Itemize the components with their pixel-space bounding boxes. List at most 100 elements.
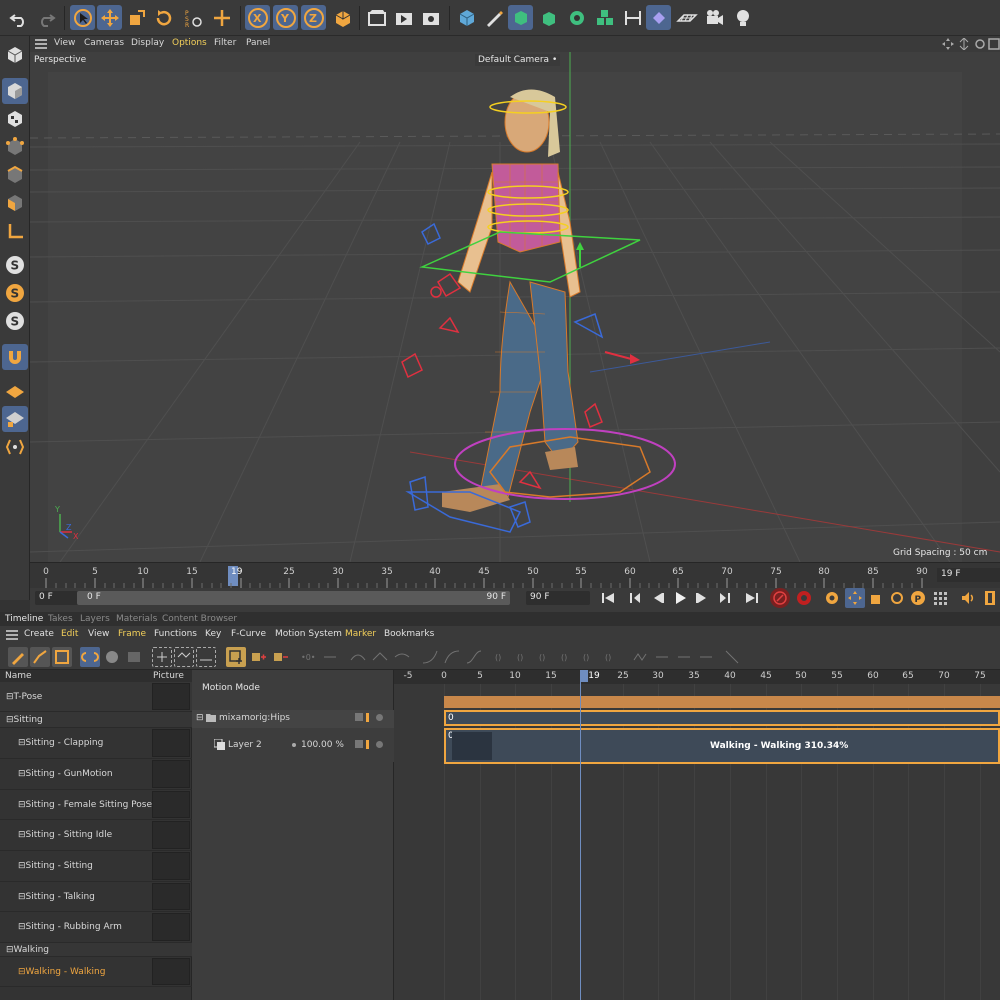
render-view-icon[interactable]: [364, 5, 389, 30]
tangent-clamp-icon[interactable]: (): [602, 647, 622, 667]
collapse-icon[interactable]: ⊟: [18, 967, 26, 977]
fcurve-mode-icon[interactable]: [30, 647, 50, 667]
take-item[interactable]: ⊟Sitting - Rubbing Arm: [0, 912, 192, 943]
tab-materials[interactable]: Materials: [116, 614, 157, 624]
keyframe-selection-icon[interactable]: [822, 588, 842, 608]
menu-marker[interactable]: Marker: [345, 629, 376, 639]
lock-tangent-icon[interactable]: (): [514, 647, 534, 667]
viewport-zoom-icon[interactable]: [958, 37, 970, 53]
collapse-icon[interactable]: ⊟: [18, 892, 26, 902]
bend-icon[interactable]: [620, 5, 645, 30]
link-view-icon[interactable]: [80, 647, 100, 667]
joint-icon[interactable]: [646, 5, 671, 30]
take-item[interactable]: ⊟Sitting - Sitting: [0, 851, 192, 882]
key-mirror-icon[interactable]: [696, 647, 716, 667]
motion-clip[interactable]: 0 Walking - Walking 310.34%: [444, 728, 1000, 764]
key-bake-icon[interactable]: [652, 647, 672, 667]
frame-range-slider[interactable]: 0 F 90 F: [77, 591, 510, 605]
keyframe-edit-icon[interactable]: [8, 647, 28, 667]
spline-ease-icon[interactable]: [392, 647, 412, 667]
magnet-icon[interactable]: [2, 344, 28, 370]
collapse-icon[interactable]: ⊟: [6, 945, 14, 955]
nla-ruler[interactable]: -5 0 5 10 15 19 25 30 35 40 45 50 55 60 …: [394, 670, 1000, 684]
viewport-rotate-icon[interactable]: [974, 38, 986, 53]
take-item[interactable]: ⊟T-Pose: [0, 682, 192, 712]
key-scale-icon[interactable]: [866, 588, 886, 608]
display-mode-icon[interactable]: [124, 647, 144, 667]
edges-mode-icon[interactable]: [2, 162, 28, 188]
frame-selected-icon[interactable]: [152, 647, 172, 667]
next-frame-icon[interactable]: [692, 588, 712, 608]
snap-quantize-icon[interactable]: S: [2, 308, 28, 334]
column-picture-header[interactable]: Picture: [153, 671, 184, 681]
tangent-length-icon[interactable]: (): [558, 647, 578, 667]
zero-length-icon[interactable]: [320, 647, 340, 667]
sound-icon[interactable]: [958, 588, 978, 608]
ease-inout-icon[interactable]: [464, 647, 484, 667]
polygons-mode-icon[interactable]: [2, 190, 28, 216]
cloner-icon[interactable]: [564, 5, 589, 30]
workplane-icon[interactable]: [2, 378, 28, 404]
render-settings-icon[interactable]: [418, 5, 443, 30]
menu-filter[interactable]: Filter: [214, 38, 236, 48]
tab-layers[interactable]: Layers: [80, 614, 110, 624]
nla-playhead[interactable]: [580, 670, 581, 1000]
frame-all-icon[interactable]: [174, 647, 194, 667]
transform-icon[interactable]: [209, 5, 234, 30]
menu-panel[interactable]: Panel: [246, 38, 270, 48]
collapse-icon[interactable]: ⊟: [196, 713, 204, 723]
cube-icon[interactable]: [454, 5, 479, 30]
collapse-icon[interactable]: ⊟: [18, 922, 26, 932]
snap-icon[interactable]: S: [2, 252, 28, 278]
solo-toggle-icon[interactable]: [366, 740, 369, 749]
undo-icon[interactable]: [6, 5, 31, 30]
previous-frame-icon[interactable]: [648, 588, 668, 608]
menu-view[interactable]: View: [54, 38, 75, 48]
record-icon[interactable]: [770, 588, 790, 608]
collapse-icon[interactable]: ⊟: [18, 738, 26, 748]
points-mode-icon[interactable]: [2, 134, 28, 160]
key-loop-icon[interactable]: [674, 647, 694, 667]
curve-normalize-icon[interactable]: [722, 647, 742, 667]
frame-preview-icon[interactable]: [196, 647, 216, 667]
end-frame-field[interactable]: 90 F: [526, 591, 590, 605]
menu-edit[interactable]: Edit: [61, 629, 78, 639]
break-tangent-icon[interactable]: (): [492, 647, 512, 667]
z-axis-icon[interactable]: Z: [301, 5, 326, 30]
locked-workplane-icon[interactable]: [2, 406, 28, 432]
autokey-icon[interactable]: [794, 588, 814, 608]
psr-icon[interactable]: PSR: [180, 5, 205, 30]
key-pla-icon[interactable]: [930, 588, 950, 608]
key-parameter-icon[interactable]: P: [908, 588, 928, 608]
menu-f-curve[interactable]: F-Curve: [231, 629, 266, 639]
add-motion-layer-icon[interactable]: [248, 647, 268, 667]
menu-motion-system[interactable]: Motion System: [275, 629, 342, 639]
frame-ruler[interactable]: 0 5 10 15 19 25 30 35 40 45 50 55 60 65 …: [30, 562, 1000, 588]
film-icon[interactable]: [980, 588, 1000, 608]
previous-key-icon[interactable]: [626, 588, 646, 608]
take-group[interactable]: ⊟Walking: [0, 943, 192, 957]
tab-takes[interactable]: Takes: [48, 614, 73, 624]
collapse-icon[interactable]: ⊟: [18, 861, 26, 871]
y-axis-icon[interactable]: Y: [273, 5, 298, 30]
menu-options[interactable]: Options: [172, 38, 207, 48]
snap-settings-icon[interactable]: S: [2, 280, 28, 306]
collapse-icon[interactable]: ⊟: [18, 800, 26, 810]
render-picture-viewer-icon[interactable]: [391, 5, 416, 30]
extrude-icon[interactable]: [536, 5, 561, 30]
collapse-icon[interactable]: ⊟: [6, 715, 14, 725]
spline-soft-icon[interactable]: [348, 647, 368, 667]
remove-motion-layer-icon[interactable]: [270, 647, 290, 667]
menu-functions[interactable]: Functions: [154, 629, 197, 639]
layer-strength-field[interactable]: 100.00 %: [301, 740, 344, 750]
menu-display[interactable]: Display: [131, 38, 164, 48]
collapse-icon[interactable]: ⊟: [18, 769, 26, 779]
go-to-start-icon[interactable]: [598, 588, 618, 608]
tab-content-browser[interactable]: Content Browser: [162, 614, 237, 624]
collapse-icon[interactable]: ⊟: [6, 692, 14, 702]
preview-range-bar[interactable]: [444, 696, 1000, 708]
column-name-header[interactable]: Name: [5, 671, 32, 681]
nla-playhead-handle[interactable]: [580, 670, 588, 682]
menu-view[interactable]: View: [88, 629, 109, 639]
key-rotation-icon[interactable]: [887, 588, 907, 608]
